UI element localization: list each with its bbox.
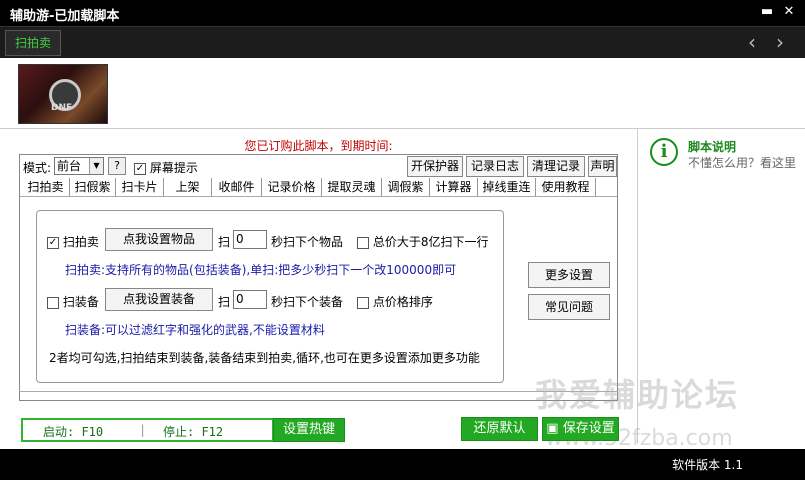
auction-label: 扫拍卖 xyxy=(62,235,99,249)
hotkey-display: 启动: F10 | 停止: F12 xyxy=(21,418,274,442)
tab-mail[interactable]: 收邮件 xyxy=(212,178,262,196)
start-hotkey: 启动: F10 xyxy=(43,425,104,439)
tab-record-price[interactable]: 记录价格 xyxy=(262,178,322,196)
tab-reconnect[interactable]: 掉线重连 xyxy=(478,178,536,196)
help-title: 脚本说明 xyxy=(688,140,737,154)
screen-hint-checkbox[interactable]: ✓ xyxy=(134,162,146,175)
tab-scan-auction[interactable]: 扫拍卖 xyxy=(22,178,70,196)
save-settings-button[interactable]: ▣ 保存设置 xyxy=(542,417,619,441)
tab-calculator[interactable]: 计算器 xyxy=(430,178,478,196)
total-checkbox[interactable] xyxy=(357,236,369,249)
log-button[interactable]: 记录日志 xyxy=(466,156,524,177)
faq-button[interactable]: 常见问题 xyxy=(528,294,610,320)
divider xyxy=(0,128,805,129)
auction-checkbox[interactable]: ✓ xyxy=(47,236,59,249)
footer-bar: 软件版本 1.1 xyxy=(0,449,805,480)
minimize-button[interactable]: ▬ xyxy=(758,3,776,21)
logo-text: DNF xyxy=(51,103,73,113)
equip-seconds-input[interactable]: 0 xyxy=(233,290,267,309)
equip-label: 扫装备 xyxy=(62,295,99,309)
set-items-button[interactable]: 点我设置物品 xyxy=(105,228,213,251)
equip-seconds-suffix: 秒扫下个装备 xyxy=(271,295,344,309)
tab-tutorial[interactable]: 使用教程 xyxy=(536,178,596,196)
sort-checkbox[interactable] xyxy=(357,296,369,309)
window-title: 辅助游-已加载脚本 xyxy=(10,9,120,24)
total-label: 总价大于8亿扫下一行 xyxy=(372,235,489,249)
tab-scan-card[interactable]: 扫卡片 xyxy=(116,178,164,196)
help-subtitle[interactable]: 不懂怎么用？看这里 xyxy=(688,154,796,171)
tab-extract-soul[interactable]: 提取灵魂 xyxy=(322,178,382,196)
statement-button[interactable]: 声明 xyxy=(588,156,617,177)
screen-hint-option[interactable]: ✓ 屏幕提示 xyxy=(134,159,198,176)
close-button[interactable]: ✕ xyxy=(780,3,798,21)
equip-checkbox[interactable] xyxy=(47,296,59,309)
hotkey-separator: | xyxy=(139,423,147,437)
restore-default-button[interactable]: 还原默认 xyxy=(461,417,538,441)
mode-label: 模式: xyxy=(23,161,52,175)
auction-description: 扫拍卖:支持所有的物品(包括装备),单扫:把多少秒扫下一个改100000即可 xyxy=(65,263,457,277)
mode-help-button[interactable]: ? xyxy=(108,157,126,175)
chevron-right-icon[interactable]: › xyxy=(770,31,790,53)
tab-scan-fake-purple[interactable]: 扫假紫 xyxy=(70,178,116,196)
note-text: 2者均可勾选,扫拍结束到装备,装备结束到拍卖,循环,也可在更多设置添加更多功能 xyxy=(49,351,480,365)
scan-options-group: ✓ 扫拍卖 点我设置物品 扫 0 秒扫下个物品 总价大于8亿扫下一行 扫拍卖:支… xyxy=(36,210,504,383)
equip-description: 扫装备:可以过滤红字和强化的武器,不能设置材料 xyxy=(65,323,325,337)
protect-button[interactable]: 开保护器 xyxy=(407,156,463,177)
sort-option[interactable]: 点价格排序 xyxy=(357,293,433,310)
mode-select[interactable]: 前台 ▼ xyxy=(54,157,104,175)
tab-adjust-purple[interactable]: 调假紫 xyxy=(382,178,430,196)
mode-value: 前台 xyxy=(57,159,82,173)
top-tab-bar: 扫拍卖 ‹ › xyxy=(0,26,805,58)
auction-scan-label: 扫 xyxy=(218,235,231,249)
equip-option[interactable]: 扫装备 xyxy=(47,293,99,310)
auction-seconds-input[interactable]: 0 xyxy=(233,230,267,249)
settings-panel: 模式: 前台 ▼ ? ✓ 屏幕提示 开保护器 记录日志 清理记录 声明 扫拍卖 … xyxy=(19,154,618,401)
set-equip-button[interactable]: 点我设置装备 xyxy=(105,288,213,311)
stop-hotkey: 停止: F12 xyxy=(163,425,224,439)
clear-button[interactable]: 清理记录 xyxy=(527,156,585,177)
auction-option[interactable]: ✓ 扫拍卖 xyxy=(47,233,99,250)
total-option[interactable]: 总价大于8亿扫下一行 xyxy=(357,233,488,250)
save-label: 保存设置 xyxy=(562,421,615,436)
info-icon: i xyxy=(650,138,678,166)
version-label: 软件版本 1.1 xyxy=(672,458,743,472)
title-bar: 辅助游-已加载脚本 ▬ ✕ xyxy=(0,0,805,26)
tab-listing[interactable]: 上架 xyxy=(164,178,212,196)
subscription-notice: 您已订购此脚本，到期时间: xyxy=(244,139,393,153)
tab-divider xyxy=(20,196,617,197)
chevron-down-icon: ▼ xyxy=(89,158,103,174)
chevron-left-icon[interactable]: ‹ xyxy=(742,31,762,53)
sort-label: 点价格排序 xyxy=(372,295,433,309)
screen-hint-label: 屏幕提示 xyxy=(149,161,198,175)
tab-scan-auction[interactable]: 扫拍卖 xyxy=(5,30,61,56)
more-settings-button[interactable]: 更多设置 xyxy=(528,262,610,288)
equip-scan-label: 扫 xyxy=(218,295,231,309)
save-icon: ▣ xyxy=(546,421,559,436)
auction-seconds-suffix: 秒扫下个物品 xyxy=(271,235,344,249)
game-logo: DNF xyxy=(18,64,108,124)
status-divider xyxy=(19,391,618,401)
set-hotkey-button[interactable]: 设置热键 xyxy=(273,418,345,442)
main-content: DNF 您已订购此脚本，到期时间: 模式: 前台 ▼ ? ✓ 屏幕提示 开保护器… xyxy=(0,58,805,451)
